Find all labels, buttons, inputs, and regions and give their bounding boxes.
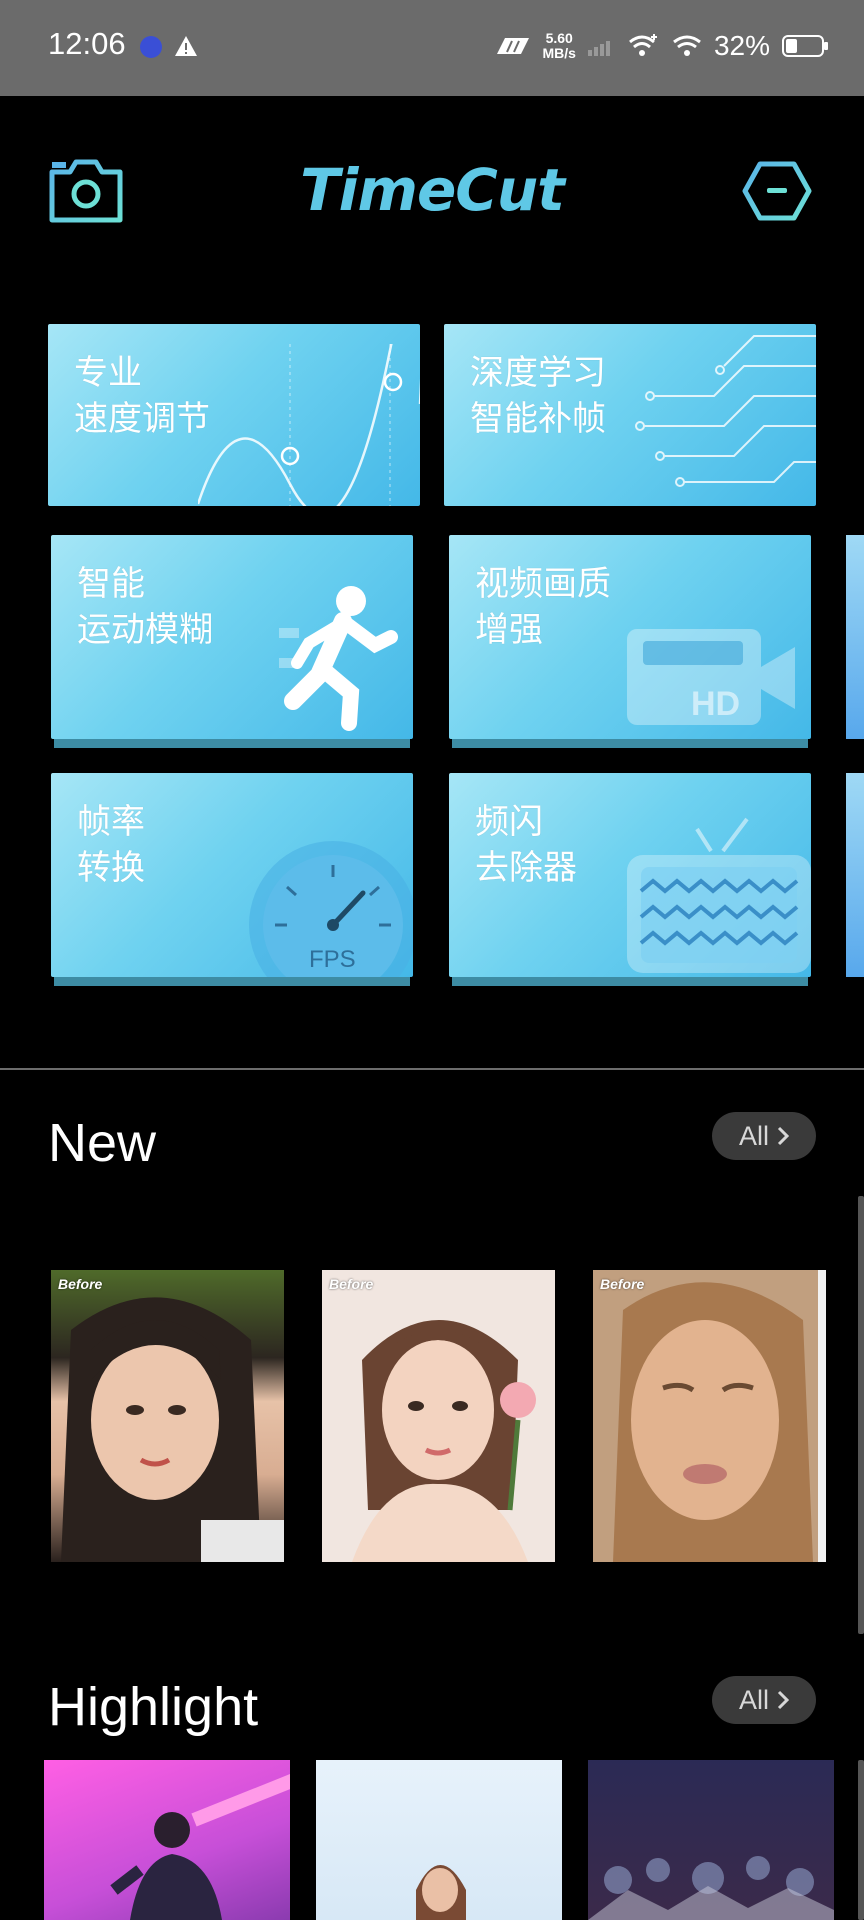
horizontal-peek-indicator bbox=[858, 1196, 864, 1634]
feature-label: 专业 速度调节 bbox=[74, 353, 210, 439]
portrait-image bbox=[322, 1270, 555, 1562]
new-thumb-1[interactable]: Before bbox=[51, 1270, 284, 1562]
feature-tile-interpolation[interactable]: 深度学习 智能补帧 bbox=[444, 324, 816, 506]
feature-tile-deflicker[interactable]: 频闪 去除器 bbox=[449, 773, 811, 977]
all-label: All bbox=[738, 1120, 769, 1151]
next-tile-peek[interactable] bbox=[846, 535, 864, 739]
hd-badge: HD bbox=[691, 685, 740, 723]
hexagon-menu-icon[interactable] bbox=[742, 160, 812, 222]
feature-label: 智能 运动模糊 bbox=[77, 564, 213, 650]
portrait-image bbox=[593, 1270, 826, 1562]
divider bbox=[0, 1068, 864, 1070]
battery-percent: 32% bbox=[713, 30, 770, 61]
running-man-icon bbox=[279, 586, 398, 731]
new-thumb-3[interactable]: Before bbox=[593, 1270, 826, 1562]
fps-gauge-icon: FPS bbox=[249, 841, 413, 977]
warning-icon bbox=[175, 36, 197, 56]
next-tile-peek[interactable] bbox=[846, 773, 864, 977]
wifi-icon bbox=[673, 35, 701, 56]
dance-video-image bbox=[110, 1774, 290, 1920]
status-bar: 12:06 5.60 MB/s 32% bbox=[0, 0, 864, 96]
status-right: 5.60 MB/s 32% bbox=[495, 26, 828, 66]
feature-tile-framerate[interactable]: FPS 帧率 转换 bbox=[51, 773, 413, 977]
before-badge: Before bbox=[58, 1276, 103, 1292]
portrait-video-image bbox=[416, 1865, 466, 1920]
feature-tile-enhance[interactable]: HD 视频画质 增强 bbox=[449, 535, 811, 739]
highlight-all-button[interactable]: All bbox=[712, 1676, 816, 1724]
feature-label: 频闪 去除器 bbox=[475, 802, 577, 888]
wifi-plus-icon bbox=[628, 34, 657, 56]
feature-tile-speed[interactable]: 专业 速度调节 bbox=[48, 324, 420, 506]
portrait-image bbox=[61, 1297, 284, 1562]
feature-label: 帧率 转换 bbox=[77, 802, 145, 888]
feature-label: 深度学习 智能补帧 bbox=[470, 353, 606, 439]
fps-badge: FPS bbox=[309, 946, 356, 973]
new-thumb-2[interactable]: Before bbox=[322, 1270, 555, 1562]
crowd-video-image bbox=[588, 1856, 834, 1920]
nfc-icon bbox=[496, 38, 529, 54]
hd-camera-icon: HD bbox=[627, 629, 795, 725]
feature-label: 视频画质 增强 bbox=[475, 564, 611, 650]
network-speed: 5.60 MB/s bbox=[542, 30, 576, 61]
speed-curve-icon bbox=[198, 344, 420, 506]
section-title-new: New bbox=[48, 1113, 157, 1173]
horizontal-peek-indicator bbox=[858, 1760, 864, 1920]
battery-icon bbox=[782, 35, 828, 57]
highlight-thumb-3[interactable] bbox=[588, 1760, 834, 1920]
before-badge: Before bbox=[329, 1276, 374, 1292]
signal-weak-icon bbox=[587, 41, 610, 56]
notification-dot-icon bbox=[140, 36, 162, 58]
highlight-thumb-1[interactable] bbox=[44, 1760, 290, 1920]
chevron-right-icon bbox=[777, 1126, 789, 1146]
camera-icon[interactable] bbox=[48, 158, 124, 224]
feature-tile-motion-blur[interactable]: 智能 运动模糊 bbox=[51, 535, 413, 739]
all-label: All bbox=[738, 1684, 769, 1715]
section-title-highlight: Highlight bbox=[48, 1677, 259, 1737]
circuit-icon bbox=[635, 335, 816, 487]
before-badge: Before bbox=[600, 1276, 645, 1292]
tv-icon bbox=[627, 817, 811, 973]
status-time: 12:06 bbox=[48, 26, 126, 61]
highlight-thumb-2[interactable] bbox=[316, 1760, 562, 1920]
chevron-right-icon bbox=[777, 1690, 789, 1710]
app-logo-title: TimeCut bbox=[300, 156, 565, 224]
new-all-button[interactable]: All bbox=[712, 1112, 816, 1160]
